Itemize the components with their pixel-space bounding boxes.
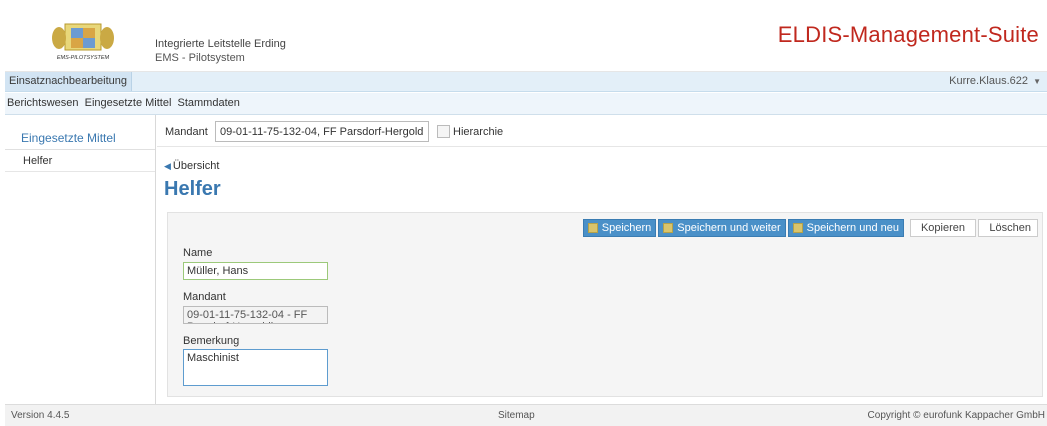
footer: Version 4.4.5 Sitemap Copyright © eurofu…	[5, 404, 1047, 426]
module-tab-einsatznachbearbeitung[interactable]: Einsatznachbearbeitung	[5, 72, 133, 91]
save-and-new-button[interactable]: Speichern und neu	[787, 219, 904, 237]
user-name: Kurre.Klaus.622	[949, 75, 1029, 87]
name-field[interactable]	[183, 262, 328, 280]
back-link-uebersicht[interactable]: ◀ Übersicht	[164, 160, 219, 172]
app-window: EMS-PILOTSYSTEM Integrierte Leitstelle E…	[5, 14, 1047, 426]
save-and-next-button[interactable]: Speichern und weiter	[658, 219, 786, 237]
hierarchie-label: Hierarchie	[453, 126, 504, 138]
hierarchie-checkbox[interactable]	[437, 125, 450, 138]
mandant-filter-label: Mandant	[165, 126, 208, 138]
delete-button[interactable]: Löschen	[978, 219, 1038, 237]
suite-title: ELDIS-Management-Suite	[777, 22, 1039, 47]
sidebar: Eingesetzte Mittel Helfer	[5, 115, 156, 404]
bemerkung-label: Bemerkung	[183, 335, 240, 347]
bemerkung-field[interactable]: Maschinist	[183, 349, 328, 386]
copyright-text: Copyright © eurofunk Kappacher GmbH	[867, 410, 1045, 421]
caret-down-icon: ▼	[1033, 77, 1041, 86]
menu-stammdaten[interactable]: Stammdaten	[178, 97, 240, 109]
save-and-new-label: Speichern und neu	[806, 222, 899, 234]
menu-eingesetzte-mittel[interactable]: Eingesetzte Mittel	[85, 97, 172, 109]
form-panel: Speichern Speichern und weiter Speichern…	[167, 212, 1043, 397]
filter-bar: Mandant Hierarchie	[157, 115, 1047, 147]
logo: EMS-PILOTSYSTEM	[45, 22, 121, 62]
version-label: Version 4.4.5	[11, 410, 70, 421]
name-label: Name	[183, 247, 213, 259]
svg-text:EMS-PILOTSYSTEM: EMS-PILOTSYSTEM	[57, 55, 110, 61]
save-and-next-label: Speichern und weiter	[677, 222, 781, 234]
mandant-filter-input[interactable]	[215, 121, 429, 142]
user-menu[interactable]: Kurre.Klaus.622 ▼	[949, 75, 1041, 87]
sidebar-title: Eingesetzte Mittel	[21, 131, 116, 145]
org-name: Integrierte Leitstelle Erding	[155, 38, 286, 50]
module-bar: Einsatznachbearbeitung Kurre.Klaus.622 ▼	[5, 72, 1047, 92]
save-icon	[587, 223, 598, 233]
toolbar: Speichern Speichern und weiter Speichern…	[582, 219, 1038, 237]
mandant-field[interactable]: 09-01-11-75-132-04 - FF Parsdorf-Hergold…	[183, 306, 328, 324]
save-button[interactable]: Speichern	[582, 219, 657, 237]
save-icon	[792, 223, 803, 233]
sitemap-link[interactable]: Sitemap	[498, 410, 535, 421]
back-link-label: Übersicht	[172, 160, 220, 172]
header: EMS-PILOTSYSTEM Integrierte Leitstelle E…	[5, 14, 1047, 72]
save-button-label: Speichern	[601, 222, 652, 234]
copy-button[interactable]: Kopieren	[910, 219, 976, 237]
sidebar-item-helfer[interactable]: Helfer	[5, 150, 155, 172]
system-name: EMS - Pilotsystem	[155, 52, 245, 64]
main-content: Mandant Hierarchie ◀Übersicht Helfer Spe…	[157, 115, 1047, 404]
save-icon	[663, 223, 674, 233]
page-title: Helfer	[164, 178, 221, 200]
chevron-left-icon: ◀	[164, 161, 171, 171]
menu-berichtswesen[interactable]: Berichtswesen	[7, 97, 79, 109]
sub-menu: Berichtswesen Eingesetzte Mittel Stammda…	[5, 93, 1047, 115]
mandant-label: Mandant	[183, 291, 226, 303]
